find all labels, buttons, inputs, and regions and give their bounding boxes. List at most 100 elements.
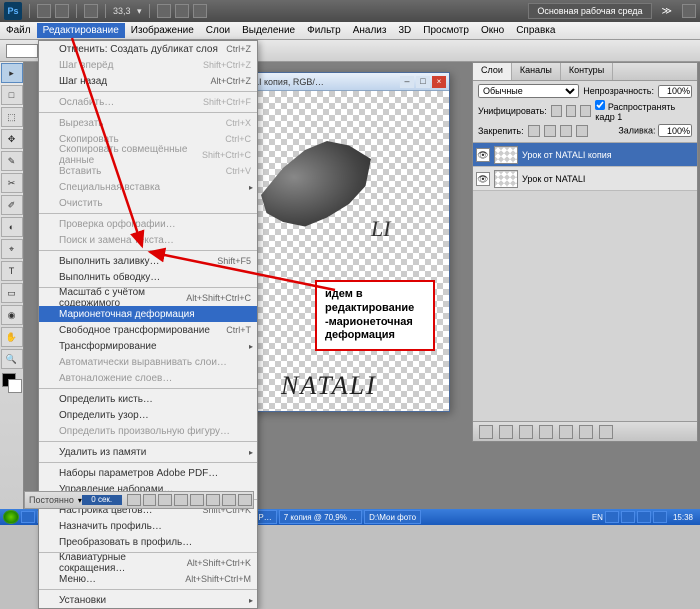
menu-просмотр[interactable]: Просмотр (417, 23, 475, 38)
canvas[interactable]: LI NATALI (251, 91, 449, 411)
tool-preset-swatch[interactable] (6, 44, 38, 58)
visibility-icon[interactable]: 👁 (476, 172, 490, 186)
menu-файл[interactable]: Файл (0, 23, 37, 38)
unify-icon[interactable] (566, 105, 577, 117)
menu-item[interactable]: Назначить профиль… (39, 518, 257, 534)
menu-item[interactable]: Выполнить заливку…Shift+F5 (39, 253, 257, 269)
menu-анализ[interactable]: Анализ (347, 23, 393, 38)
menu-слои[interactable]: Слои (200, 23, 236, 38)
panel-tabs[interactable]: СлоиКаналыКонтуры (473, 63, 697, 81)
tool-button[interactable]: T (1, 261, 23, 281)
menu-item[interactable]: Наборы параметров Adobe PDF… (39, 465, 257, 481)
lock-icon[interactable] (560, 125, 572, 137)
menu-item[interactable]: Меню…Alt+Shift+Ctrl+M (39, 571, 257, 587)
tray-icon[interactable] (637, 511, 651, 523)
menu-справка[interactable]: Справка (510, 23, 561, 38)
lock-icon[interactable] (544, 125, 556, 137)
tray-icon[interactable] (621, 511, 635, 523)
tool-button[interactable]: ✥ (1, 129, 23, 149)
color-swatch[interactable] (2, 373, 22, 393)
view-extras-icon[interactable] (84, 4, 98, 18)
minimize-icon[interactable]: ‒ (400, 76, 414, 88)
layer-mask-icon[interactable] (519, 425, 533, 439)
menu-item[interactable]: Марионеточная деформация (39, 306, 257, 322)
close-icon[interactable]: × (432, 76, 446, 88)
tool-button[interactable]: ▸ (1, 63, 23, 83)
screen-mode-icon[interactable] (193, 4, 207, 18)
menu-фильтр[interactable]: Фильтр (301, 23, 347, 38)
tool-button[interactable]: ⬚ (1, 107, 23, 127)
bridge-icon[interactable] (37, 4, 51, 18)
menu-item[interactable]: Определить кисть… (39, 391, 257, 407)
menu-редактирование[interactable]: Редактирование (37, 23, 125, 38)
clock[interactable]: 15:38 (669, 513, 697, 522)
menu-item[interactable]: Установки (39, 592, 257, 608)
menu-item[interactable]: Преобразовать в профиль… (39, 534, 257, 550)
propagate-checkbox[interactable] (595, 100, 605, 110)
document-window[interactable]: LI копия, RGB/… ‒ □ × LI NATALI (250, 72, 450, 412)
menu-item[interactable]: Шаг назадAlt+Ctrl+Z (39, 73, 257, 89)
tool-button[interactable]: ✂ (1, 173, 23, 193)
cslive-icon[interactable] (682, 4, 696, 18)
menu-item[interactable]: Удалить из памяти (39, 444, 257, 460)
visibility-icon[interactable]: 👁 (476, 148, 490, 162)
tool-button[interactable]: ✋ (1, 327, 23, 347)
panel-tab[interactable]: Каналы (512, 63, 561, 80)
quick-launch-icon[interactable] (21, 511, 35, 523)
tool-button[interactable]: ◉ (1, 305, 23, 325)
frame-first-icon[interactable] (127, 494, 141, 506)
frame-last-icon[interactable] (190, 494, 204, 506)
system-tray[interactable]: EN 15:38 (592, 511, 697, 523)
tray-icon[interactable] (653, 511, 667, 523)
menu-item[interactable]: Масштаб с учётом содержимогоAlt+Shift+Ct… (39, 290, 257, 306)
new-layer-icon[interactable] (579, 425, 593, 439)
workspace-switcher[interactable]: Основная рабочая среда (528, 3, 651, 19)
frame-del-icon[interactable] (238, 494, 252, 506)
lock-icon[interactable] (576, 125, 588, 137)
menu-выделение[interactable]: Выделение (236, 23, 301, 38)
document-titlebar[interactable]: LI копия, RGB/… ‒ □ × (251, 73, 449, 91)
opacity-field[interactable] (658, 85, 692, 98)
menu-item[interactable]: Отменить: Создать дубликат слояCtrl+Z (39, 41, 257, 57)
language-indicator[interactable]: EN (592, 513, 603, 522)
frame-dup-icon[interactable] (222, 494, 236, 506)
menu-3d[interactable]: 3D (392, 23, 417, 38)
tool-button[interactable]: ✐ (1, 195, 23, 215)
trash-icon[interactable] (599, 425, 613, 439)
lock-icon[interactable] (528, 125, 540, 137)
menu-item[interactable]: Клавиатурные сокращения…Alt+Shift+Ctrl+K (39, 555, 257, 571)
adjustment-layer-icon[interactable] (539, 425, 553, 439)
tool-button[interactable]: ◐ (1, 217, 23, 237)
layer-row[interactable]: 👁Урок от NATALI (473, 167, 697, 191)
chevron-icon[interactable]: ≫ (662, 6, 672, 17)
menu-bar[interactable]: ФайлРедактированиеИзображениеСлоиВыделен… (0, 22, 700, 40)
unify-icon[interactable] (580, 105, 591, 117)
fill-field[interactable] (658, 124, 692, 137)
layer-style-icon[interactable] (499, 425, 513, 439)
menu-изображение[interactable]: Изображение (125, 23, 200, 38)
layer-thumb[interactable] (494, 170, 518, 188)
group-icon[interactable] (559, 425, 573, 439)
frame-next-icon[interactable] (174, 494, 188, 506)
menu-item[interactable]: Свободное трансформированиеCtrl+T (39, 322, 257, 338)
menu-окно[interactable]: Окно (475, 23, 510, 38)
menu-item[interactable]: Выполнить обводку… (39, 269, 257, 285)
unify-icon[interactable] (551, 105, 562, 117)
menu-item[interactable]: Определить узор… (39, 407, 257, 423)
link-layers-icon[interactable] (479, 425, 493, 439)
minibridge-icon[interactable] (55, 4, 69, 18)
tool-button[interactable]: ⌖ (1, 239, 23, 259)
frame-prev-icon[interactable] (143, 494, 157, 506)
tray-icon[interactable] (605, 511, 619, 523)
panel-tab[interactable]: Слои (473, 63, 512, 80)
taskbar-task[interactable]: D:\Мои фото (364, 510, 421, 524)
layer-row[interactable]: 👁Урок от NATALI копия (473, 143, 697, 167)
start-button[interactable] (3, 510, 19, 524)
zoom-level[interactable]: 33,3 (113, 6, 131, 16)
tool-button[interactable]: ▭ (1, 283, 23, 303)
taskbar-task[interactable]: 7 копия @ 70,9% … (279, 510, 362, 524)
frame-play-icon[interactable] (158, 494, 172, 506)
maximize-icon[interactable]: □ (416, 76, 430, 88)
blend-mode-select[interactable]: Обычные (478, 84, 579, 98)
arrange-icon[interactable] (175, 4, 189, 18)
